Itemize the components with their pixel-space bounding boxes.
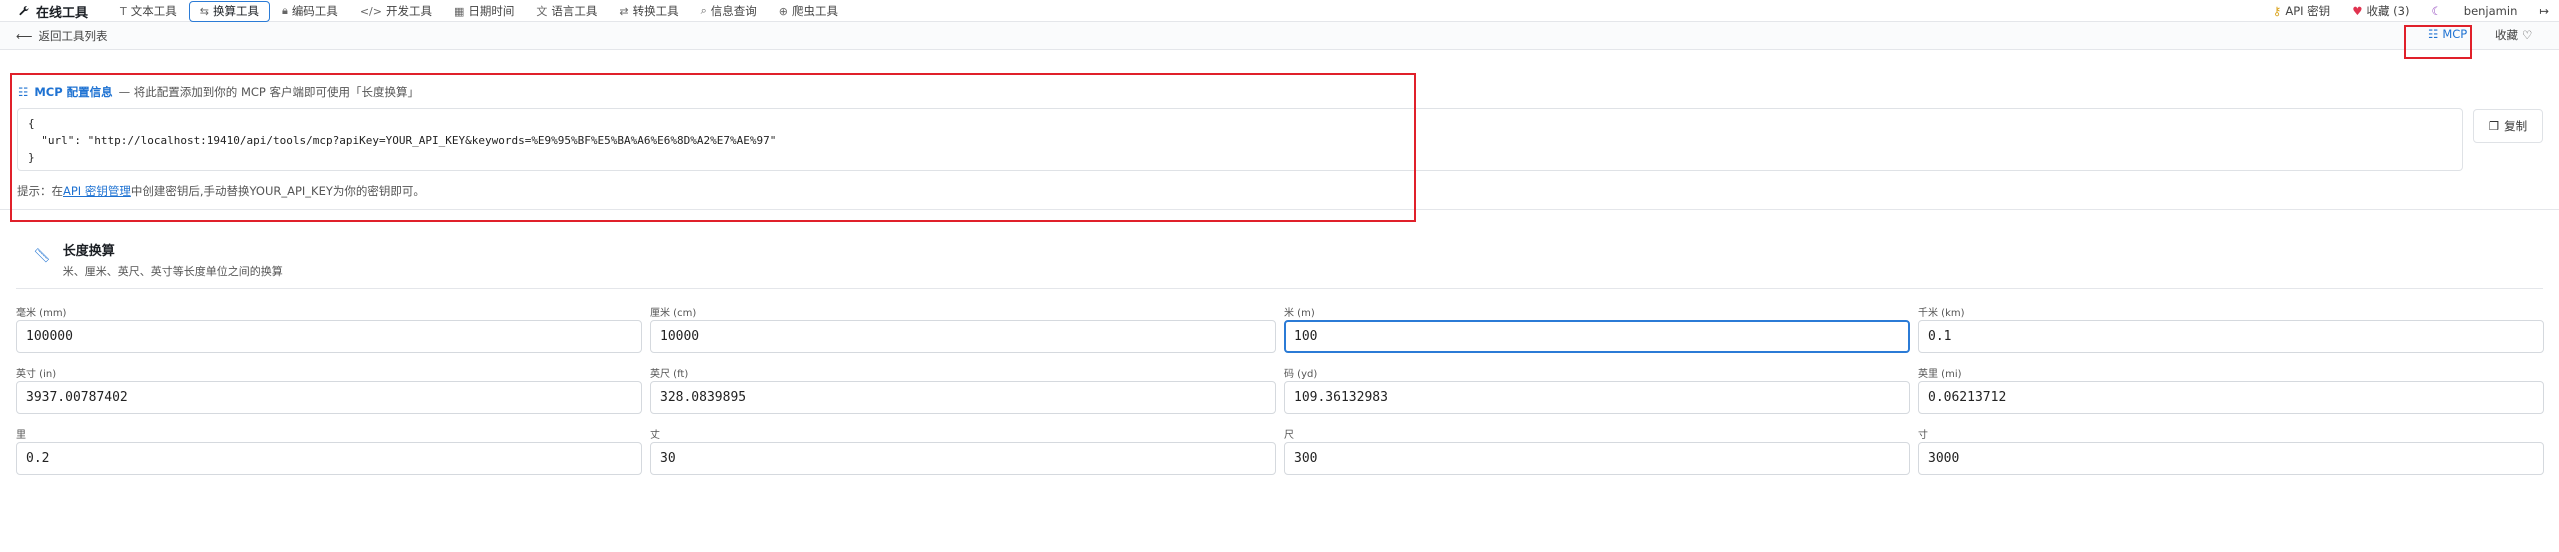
language-icon: 文 bbox=[536, 5, 548, 18]
transform-icon: ⇄ bbox=[619, 4, 629, 18]
field-cun: 寸 3000 bbox=[1918, 426, 2544, 475]
favorites-link[interactable]: ♥ 收藏 (3) bbox=[2352, 3, 2409, 19]
tab-label: 信息查询 bbox=[710, 4, 757, 18]
field-label: 英寸 (in) bbox=[16, 369, 57, 380]
lock-icon: 🔒︎ bbox=[281, 4, 288, 17]
favorite-button[interactable]: 收藏 ♡ bbox=[2495, 27, 2532, 43]
highlight-box-mcp-config bbox=[10, 73, 1416, 222]
copy-icon: ❐ bbox=[2488, 119, 2500, 133]
tool-header: 📏︎ 长度换算 米、厘米、英尺、英寸等长度单位之间的换算 bbox=[33, 240, 283, 279]
ruler-icon: 📏︎ bbox=[33, 248, 51, 264]
field-in: 英寸 (in) 3937.00787402 bbox=[16, 365, 642, 414]
field-cm: 厘米 (cm) 10000 bbox=[650, 304, 1276, 353]
field-chi: 尺 300 bbox=[1284, 426, 1910, 475]
field-mi: 英里 (mi) 0.06213712 bbox=[1918, 365, 2544, 414]
tool-description: 米、厘米、英尺、英寸等长度单位之间的换算 bbox=[62, 265, 283, 278]
text-icon: T bbox=[120, 4, 127, 18]
field-label: 寸 bbox=[1918, 430, 1928, 441]
tab-dev-tools[interactable]: </> 开发工具 bbox=[350, 0, 442, 22]
tab-text-tools[interactable]: T 文本工具 bbox=[110, 0, 187, 22]
tab-language-tools[interactable]: 文语言工具 bbox=[526, 0, 607, 22]
favorites-label: 收藏 (3) bbox=[2366, 4, 2410, 18]
field-label: 码 (yd) bbox=[1284, 369, 1318, 380]
tab-label: 语言工具 bbox=[551, 4, 598, 18]
m-input[interactable]: 100 bbox=[1284, 320, 1910, 353]
heart-outline-icon: ♡ bbox=[2522, 28, 2533, 42]
divider bbox=[16, 288, 2543, 289]
wrench-icon bbox=[19, 6, 29, 16]
copy-label: 复制 bbox=[2504, 119, 2528, 133]
yd-input[interactable]: 109.36132983 bbox=[1284, 381, 1910, 414]
tab-info-query[interactable]: ⌕ 信息查询 bbox=[691, 0, 767, 22]
swap-icon: ⇆ bbox=[199, 4, 209, 18]
field-label: 里 bbox=[16, 430, 26, 441]
nav-tabs: T 文本工具 ⇆ 换算工具 🔒︎ 编码工具 </> 开发工具 ▦ 日期时间 文语言工具 ⇄… bbox=[110, 0, 848, 22]
favorite-label: 收藏 bbox=[2495, 28, 2518, 42]
cun-input[interactable]: 3000 bbox=[1918, 442, 2544, 475]
highlight-box-mcp bbox=[2404, 25, 2472, 59]
api-key-link[interactable]: ⚷ API 密钥 bbox=[2273, 3, 2330, 19]
field-zhang: 丈 30 bbox=[650, 426, 1276, 475]
username: benjamin bbox=[2463, 4, 2518, 18]
chi-input[interactable]: 300 bbox=[1284, 442, 1910, 475]
nav-right: ⚷ API 密钥 ♥ 收藏 (3) ☾ benjamin ↦ bbox=[2273, 0, 2549, 22]
tab-label: 爬虫工具 bbox=[791, 4, 838, 18]
field-label: 毫米 (mm) bbox=[16, 308, 67, 319]
brand[interactable]: 在线工具 bbox=[18, 2, 89, 21]
li-input[interactable]: 0.2 bbox=[16, 442, 642, 475]
field-mm: 毫米 (mm) 100000 bbox=[16, 304, 642, 353]
back-label: 返回工具列表 bbox=[38, 29, 108, 43]
in-input[interactable]: 3937.00787402 bbox=[16, 381, 642, 414]
tab-encoding-tools[interactable]: 🔒︎ 编码工具 bbox=[272, 0, 348, 22]
search-icon: ⌕ bbox=[700, 4, 707, 17]
field-km: 千米 (km) 0.1 bbox=[1918, 304, 2544, 353]
tab-label: 转换工具 bbox=[632, 4, 679, 18]
copy-button[interactable]: ❐ 复制 bbox=[2473, 109, 2543, 143]
tab-label: 换算工具 bbox=[212, 4, 259, 18]
field-m: 米 (m) 100 bbox=[1284, 304, 1910, 353]
field-label: 千米 (km) bbox=[1918, 308, 1965, 319]
logout-icon: ↦ bbox=[2539, 4, 2549, 18]
field-label: 尺 bbox=[1284, 430, 1294, 441]
moon-icon: ☾ bbox=[2431, 4, 2442, 18]
tab-label: 日期时间 bbox=[468, 4, 515, 18]
tab-conversion-tools[interactable]: ⇆ 换算工具 bbox=[188, 0, 270, 22]
top-nav: 在线工具 T 文本工具 ⇆ 换算工具 🔒︎ 编码工具 </> 开发工具 ▦ 日期时间 文语… bbox=[0, 0, 2559, 22]
code-icon: </> bbox=[359, 4, 382, 18]
field-li: 里 0.2 bbox=[16, 426, 642, 475]
logout-button[interactable]: ↦ bbox=[2539, 4, 2549, 18]
key-icon: ⚷ bbox=[2272, 4, 2282, 18]
cm-input[interactable]: 10000 bbox=[650, 320, 1276, 353]
field-label: 英里 (mi) bbox=[1918, 369, 1962, 380]
tab-label: 文本工具 bbox=[130, 4, 177, 18]
zhang-input[interactable]: 30 bbox=[650, 442, 1276, 475]
api-key-label: API 密钥 bbox=[2285, 4, 2331, 18]
tab-datetime[interactable]: ▦ 日期时间 bbox=[444, 0, 524, 22]
sub-bar: ⟵ 返回工具列表 ☷ MCP 收藏 ♡ bbox=[0, 22, 2559, 50]
ft-input[interactable]: 328.0839895 bbox=[650, 381, 1276, 414]
theme-toggle[interactable]: ☾ bbox=[2431, 4, 2441, 18]
mm-input[interactable]: 100000 bbox=[16, 320, 642, 353]
tab-crawler-tools[interactable]: ⊕ 爬虫工具 bbox=[769, 0, 848, 22]
arrow-left-icon: ⟵ bbox=[16, 29, 33, 43]
field-ft: 英尺 (ft) 328.0839895 bbox=[650, 365, 1276, 414]
heart-icon: ♥ bbox=[2352, 4, 2363, 18]
tab-label: 开发工具 bbox=[385, 4, 432, 18]
mi-input[interactable]: 0.06213712 bbox=[1918, 381, 2544, 414]
tab-transform-tools[interactable]: ⇄ 转换工具 bbox=[609, 0, 688, 22]
calendar-icon: ▦ bbox=[453, 4, 465, 18]
tool-name: 长度换算 bbox=[62, 244, 115, 259]
km-input[interactable]: 0.1 bbox=[1918, 320, 2544, 353]
globe-icon: ⊕ bbox=[778, 4, 788, 18]
field-yd: 码 (yd) 109.36132983 bbox=[1284, 365, 1910, 414]
field-label: 米 (m) bbox=[1284, 308, 1315, 319]
brand-title: 在线工具 bbox=[36, 5, 89, 21]
tab-label: 编码工具 bbox=[291, 4, 338, 18]
user-menu[interactable]: benjamin bbox=[2464, 4, 2518, 18]
back-to-tools-link[interactable]: ⟵ 返回工具列表 bbox=[16, 28, 108, 44]
field-label: 丈 bbox=[650, 430, 660, 441]
field-label: 英尺 (ft) bbox=[650, 369, 689, 380]
field-label: 厘米 (cm) bbox=[650, 308, 697, 319]
